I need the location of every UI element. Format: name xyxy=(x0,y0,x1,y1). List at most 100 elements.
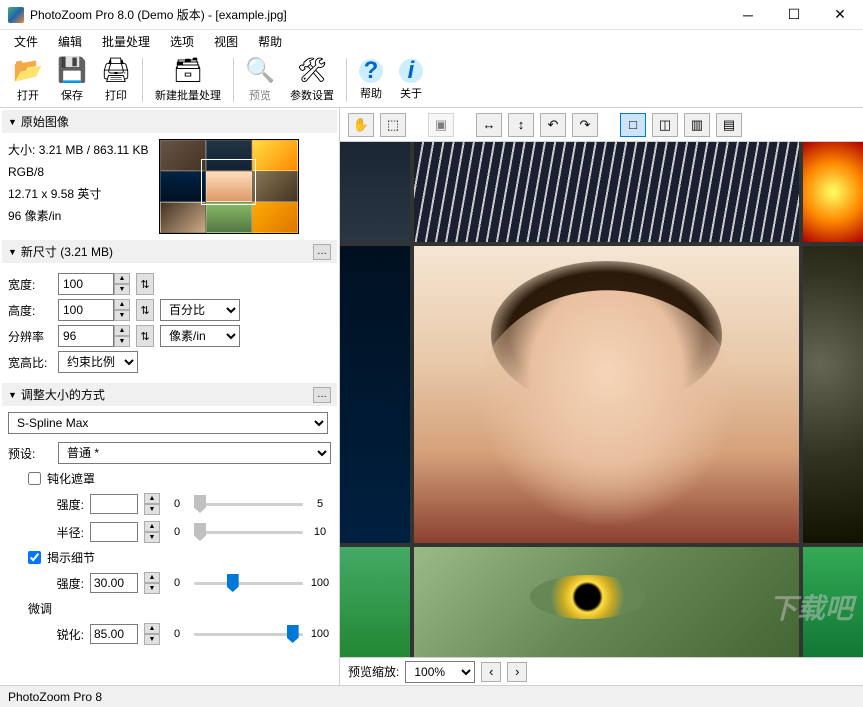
preset-select[interactable]: 普通 * xyxy=(58,442,331,464)
batch-icon: 🗃 xyxy=(174,57,202,85)
about-button[interactable]: i关于 xyxy=(391,54,431,106)
statusbar: PhotoZoom Pro 8 xyxy=(0,685,863,707)
res-down[interactable]: ▼ xyxy=(114,336,130,347)
unsharp-radius-input[interactable] xyxy=(90,522,138,542)
print-button[interactable]: 🖨打印 xyxy=(94,54,138,106)
sharp-slider[interactable] xyxy=(194,624,303,644)
menu-view[interactable]: 视图 xyxy=(206,31,246,52)
left-panel: ▼原始图像 大小: 3.21 MB / 863.11 KB RGB/8 12.7… xyxy=(0,108,340,685)
height-input[interactable] xyxy=(58,299,114,321)
zoom-select[interactable]: 100% xyxy=(405,661,475,683)
menu-help[interactable]: 帮助 xyxy=(250,31,290,52)
resize-method-select[interactable]: S-Spline Max xyxy=(8,412,328,434)
link-wh-button[interactable]: ⇅ xyxy=(136,273,154,295)
height-up[interactable]: ▲ xyxy=(114,299,130,310)
original-section-header[interactable]: ▼原始图像 xyxy=(2,110,337,133)
width-down[interactable]: ▼ xyxy=(114,284,130,295)
width-label: 宽度: xyxy=(8,276,52,293)
menu-batch[interactable]: 批量处理 xyxy=(94,31,158,52)
rotate-cw-icon: ↷ xyxy=(580,117,591,133)
resize-options-button[interactable]: … xyxy=(313,387,331,403)
resolution-input[interactable] xyxy=(58,325,114,347)
unsharp-strength-slider[interactable] xyxy=(194,494,303,514)
detail-label: 揭示细节 xyxy=(47,549,95,566)
link-wh-button2[interactable]: ⇅ xyxy=(136,299,154,321)
spin-down[interactable]: ▼ xyxy=(144,504,160,515)
hand-icon: ✋ xyxy=(353,117,369,133)
resolution-label: 分辨率 xyxy=(8,328,52,345)
toolbar-separator xyxy=(346,58,347,102)
rotate-ccw-button[interactable]: ↶ xyxy=(540,113,566,137)
spin-up[interactable]: ▲ xyxy=(144,521,160,532)
unsharp-strength-input[interactable] xyxy=(90,494,138,514)
detail-strength-input[interactable] xyxy=(90,573,138,593)
view-split-both-button[interactable]: ▤ xyxy=(716,113,742,137)
spin-up[interactable]: ▲ xyxy=(144,572,160,583)
spin-up[interactable]: ▲ xyxy=(144,623,160,634)
spin-up[interactable]: ▲ xyxy=(144,493,160,504)
hand-tool-button[interactable]: ✋ xyxy=(348,113,374,137)
titlebar: PhotoZoom Pro 8.0 (Demo 版本) - [example.j… xyxy=(0,0,863,30)
width-input[interactable] xyxy=(58,273,114,295)
aspect-select[interactable]: 约束比例 xyxy=(58,351,138,373)
spin-down[interactable]: ▼ xyxy=(144,532,160,543)
preview-area[interactable]: 下载吧 xyxy=(340,142,863,657)
spin-down[interactable]: ▼ xyxy=(144,583,160,594)
height-down[interactable]: ▼ xyxy=(114,310,130,321)
thumbnail-viewport[interactable] xyxy=(201,159,256,206)
unsharp-radius-slider[interactable] xyxy=(194,522,303,542)
flip-v-button[interactable]: ↕ xyxy=(508,113,534,137)
size-unit-select[interactable]: 百分比 xyxy=(160,299,240,321)
zoom-in-button[interactable]: › xyxy=(507,662,527,682)
zoom-out-button[interactable]: ‹ xyxy=(481,662,501,682)
menu-edit[interactable]: 编辑 xyxy=(50,31,90,52)
view-split-h-button[interactable]: ◫ xyxy=(652,113,678,137)
main-toolbar: 📂打开 💾保存 🖨打印 🗃新建批量处理 🔍预览 🛠参数设置 ?帮助 i关于 xyxy=(0,52,863,108)
flip-h-icon: ↔ xyxy=(483,117,496,132)
view-split-v-button[interactable]: ▥ xyxy=(684,113,710,137)
zoom-label: 预览缩放: xyxy=(348,663,399,680)
fine-label: 微调 xyxy=(28,600,331,617)
res-unit-select[interactable]: 像素/in xyxy=(160,325,240,347)
width-up[interactable]: ▲ xyxy=(114,273,130,284)
res-up[interactable]: ▲ xyxy=(114,325,130,336)
flip-h-button[interactable]: ↔ xyxy=(476,113,502,137)
menu-file[interactable]: 文件 xyxy=(6,31,46,52)
sharp-input[interactable] xyxy=(90,624,138,644)
detail-checkbox[interactable] xyxy=(28,551,41,564)
marquee-tool-button[interactable]: ⬚ xyxy=(380,113,406,137)
menubar: 文件 编辑 批量处理 选项 视图 帮助 xyxy=(0,30,863,52)
minimize-button[interactable]: ─ xyxy=(725,0,771,30)
unsharp-checkbox[interactable] xyxy=(28,472,41,485)
unsharp-strength-label: 强度: xyxy=(28,496,84,513)
preset-label: 预设: xyxy=(8,445,52,462)
close-button[interactable]: ✕ xyxy=(817,0,863,30)
folder-open-icon: 📂 xyxy=(14,57,42,85)
newbatch-button[interactable]: 🗃新建批量处理 xyxy=(147,54,229,106)
thumbnail-navigator[interactable] xyxy=(159,139,299,234)
params-button[interactable]: 🛠参数设置 xyxy=(282,54,342,106)
sharp-label: 锐化: xyxy=(28,626,84,643)
unsharp-label: 钝化遮罩 xyxy=(47,470,95,487)
aspect-label: 宽高比: xyxy=(8,354,52,371)
newsize-options-button[interactable]: … xyxy=(313,244,331,260)
view-single-button[interactable]: □ xyxy=(620,113,646,137)
menu-options[interactable]: 选项 xyxy=(162,31,202,52)
open-button[interactable]: 📂打开 xyxy=(6,54,50,106)
flip-v-icon: ↕ xyxy=(518,117,525,132)
link-res-button[interactable]: ⇅ xyxy=(136,325,154,347)
preview-button[interactable]: 🔍预览 xyxy=(238,54,282,106)
help-button[interactable]: ?帮助 xyxy=(351,54,391,106)
detail-strength-slider[interactable] xyxy=(194,573,303,593)
settings-icon: 🛠 xyxy=(298,57,326,85)
newsize-section-header[interactable]: ▼新尺寸 (3.21 MB)… xyxy=(2,240,337,263)
app-icon xyxy=(8,7,24,23)
resize-method-header[interactable]: ▼调整大小的方式… xyxy=(2,383,337,406)
crop-button[interactable]: ▣ xyxy=(428,113,454,137)
save-button[interactable]: 💾保存 xyxy=(50,54,94,106)
rotate-cw-button[interactable]: ↷ xyxy=(572,113,598,137)
maximize-button[interactable]: ☐ xyxy=(771,0,817,30)
toolbar-separator xyxy=(233,58,234,102)
status-text: PhotoZoom Pro 8 xyxy=(8,690,102,704)
spin-down[interactable]: ▼ xyxy=(144,634,160,645)
